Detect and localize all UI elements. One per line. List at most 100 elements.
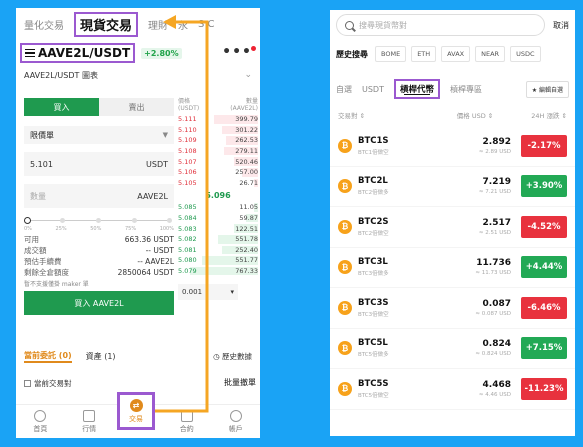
bitcoin-icon: ₿ bbox=[338, 179, 352, 194]
tab-open-orders[interactable]: 當前委託 (0) bbox=[24, 350, 72, 363]
coin-symbol: BTC2S bbox=[358, 216, 389, 227]
depth-select[interactable]: 0.001 ▾ bbox=[178, 284, 238, 301]
bid-row[interactable]: 5.080 551.77 bbox=[178, 255, 258, 266]
pair-selector[interactable]: AAVE2L/USDT bbox=[20, 43, 136, 63]
coin-row[interactable]: ₿ BTC5S BTC5倍做空 4.468 ≈ 4.46 USD -11.23% bbox=[330, 369, 575, 410]
bid-row[interactable]: 5.082 551.78 bbox=[178, 234, 258, 245]
quantity-input[interactable]: 數量 AAVE2L bbox=[24, 184, 174, 208]
sort-pair[interactable]: 交易對 ⇕ bbox=[338, 110, 365, 120]
price-value: 0.824 bbox=[482, 339, 511, 350]
coin-description: BTC2倍做空 bbox=[358, 230, 389, 237]
info-label: 預估手續費 bbox=[24, 257, 62, 266]
coin-names: BTC2S BTC2倍做空 bbox=[358, 217, 389, 237]
nav-account[interactable]: 帳戶 bbox=[211, 405, 260, 438]
price-usd: ≈ 4.46 USD bbox=[478, 391, 511, 398]
tab-assets[interactable]: 資產 (1) bbox=[86, 351, 116, 362]
history-chip[interactable]: NEAR bbox=[475, 46, 506, 62]
coin-row[interactable]: ₿ BTC2S BTC2倍做空 2.517 ≈ 2.51 USD -4.52% bbox=[330, 207, 575, 248]
slider-labels: 0% 25% 50% 75% 100% bbox=[24, 226, 174, 232]
tab-perpetual[interactable]: 永 bbox=[178, 17, 188, 32]
bid-row[interactable]: 5.081 252.40 bbox=[178, 245, 258, 256]
checkbox[interactable] bbox=[24, 380, 31, 387]
order-type-select[interactable]: 限價單 ▼ bbox=[24, 126, 174, 144]
bid-row[interactable]: 5.083 122.51 bbox=[178, 223, 258, 234]
tab-other[interactable]: S C bbox=[198, 19, 215, 30]
tab-favorites[interactable]: 自選 bbox=[336, 84, 352, 95]
qty-header-unit: (AAVE2L) bbox=[230, 105, 258, 112]
slider-label: 25% bbox=[55, 226, 67, 232]
history-chip[interactable]: USDC bbox=[510, 46, 541, 62]
edit-favorites-button[interactable]: ★ 編輯自選 bbox=[525, 80, 569, 98]
price-value: 0.087 bbox=[482, 298, 511, 309]
price-value: 7.219 bbox=[482, 177, 511, 188]
nav-trade[interactable]: ⇄ 交易 bbox=[117, 392, 155, 430]
tab-leveraged-tokens[interactable]: 槓桿代幣 bbox=[393, 79, 440, 99]
price-header-unit: (USDT) bbox=[178, 105, 200, 112]
buy-button[interactable]: 買入 AAVE2L bbox=[24, 291, 174, 315]
bid-price: 5.081 bbox=[178, 245, 197, 254]
ask-qty: 257.00 bbox=[235, 168, 258, 177]
search-history: 歷史搜尋 BOME ETH AVAX NEAR USDC bbox=[330, 40, 575, 68]
bid-qty: 11.05 bbox=[239, 203, 258, 212]
price-usd: ≈ 11.73 USD bbox=[475, 270, 511, 277]
bitcoin-icon: ₿ bbox=[338, 138, 352, 153]
amount-slider[interactable] bbox=[24, 216, 174, 226]
search-icon bbox=[345, 20, 354, 30]
tab-quant[interactable]: 量化交易 bbox=[24, 17, 64, 32]
coin-symbol: BTC1S bbox=[358, 135, 389, 146]
bid-row[interactable]: 5.085 11.05 bbox=[178, 202, 258, 213]
ask-row[interactable]: 5.110 301.22 bbox=[178, 125, 258, 136]
coin-row[interactable]: ₿ BTC5L BTC5倍做多 0.824 ≈ 0.824 USD +7.15% bbox=[330, 329, 575, 369]
order-book-header: 價格 (USDT) 數量 (AAVE2L) bbox=[178, 98, 258, 114]
ask-row[interactable]: 5.106 257.00 bbox=[178, 167, 258, 178]
history-link[interactable]: ◷ 歷史數據 bbox=[213, 351, 252, 362]
history-chip[interactable]: BOME bbox=[375, 46, 407, 62]
slider-knob[interactable] bbox=[24, 217, 31, 224]
more-icon[interactable]: ••• bbox=[222, 44, 256, 60]
ask-qty: 301.22 bbox=[235, 125, 258, 134]
coin-row[interactable]: ₿ BTC3S BTC3倍做空 0.087 ≈ 0.087 USD -6.46% bbox=[330, 288, 575, 329]
ask-row[interactable]: 5.108 279.11 bbox=[178, 146, 258, 157]
tab-leverage-zone[interactable]: 槓桿專區 bbox=[450, 84, 482, 95]
bulk-cancel-button[interactable]: 批量撤單 bbox=[224, 377, 256, 388]
tab-spot[interactable]: 現貨交易 bbox=[74, 11, 139, 37]
buy-tab[interactable]: 買入 bbox=[24, 98, 99, 116]
search-input[interactable]: 搜尋現貨幣對 bbox=[336, 14, 545, 36]
sell-tab[interactable]: 賣出 bbox=[99, 98, 174, 116]
pair-change-badge: +2.80% bbox=[141, 47, 182, 59]
info-value: 663.36 USDT bbox=[124, 235, 174, 244]
coin-names: BTC3L BTC3倍做多 bbox=[358, 257, 389, 277]
nav-market[interactable]: 行情 bbox=[65, 405, 114, 438]
ask-row[interactable]: 5.111 399.79 bbox=[178, 114, 258, 125]
history-chip[interactable]: ETH bbox=[411, 46, 437, 62]
coin-symbol: BTC3L bbox=[358, 257, 388, 268]
sort-price[interactable]: 價格 USD ⇕ bbox=[457, 110, 493, 120]
coin-names: BTC5L BTC5倍做多 bbox=[358, 338, 389, 358]
ask-row[interactable]: 5.109 262.53 bbox=[178, 135, 258, 146]
cancel-button[interactable]: 取消 bbox=[553, 20, 569, 31]
price-input[interactable]: 5.101 USDT bbox=[24, 152, 174, 176]
bid-row[interactable]: 5.079 767.33 bbox=[178, 266, 258, 277]
info-value: -- USDT bbox=[145, 246, 174, 255]
top-tabs: 量化交易 現貨交易 理財 永 S C bbox=[16, 8, 260, 40]
coin-row[interactable]: ₿ BTC3L BTC3倍做多 11.736 ≈ 11.73 USD +4.44% bbox=[330, 248, 575, 288]
history-label: 歷史搜尋 bbox=[336, 49, 368, 59]
bid-row[interactable]: 5.084 59.87 bbox=[178, 213, 258, 224]
nav-home[interactable]: 首頁 bbox=[16, 405, 65, 438]
coin-row[interactable]: ₿ BTC1S BTC1倍做空 2.892 ≈ 2.89 USD -2.17% bbox=[330, 126, 575, 167]
sort-change[interactable]: 24H 漲跌 ⇕ bbox=[531, 110, 567, 120]
chart-toggle[interactable]: AAVE2L/USDT 圖表 ⌄ bbox=[16, 66, 260, 84]
market-tabs: 自選 USDT 槓桿代幣 槓桿專區 ★ 編輯自選 bbox=[330, 74, 575, 104]
tab-finance[interactable]: 理財 bbox=[148, 17, 168, 32]
history-chip[interactable]: AVAX bbox=[441, 46, 471, 62]
current-pair-filter[interactable]: 當前交易對 bbox=[24, 378, 72, 389]
ask-row[interactable]: 5.105 26.71 bbox=[178, 178, 258, 189]
orders-tabs: 當前委託 (0) 資產 (1) ◷ 歷史數據 bbox=[16, 348, 260, 364]
coin-description: BTC2倍做多 bbox=[358, 190, 389, 197]
ask-row[interactable]: 5.107 520.46 bbox=[178, 156, 258, 167]
coin-row[interactable]: ₿ BTC2L BTC2倍做多 7.219 ≈ 7.21 USD +3.90% bbox=[330, 167, 575, 207]
coin-description: BTC1倍做空 bbox=[358, 149, 389, 156]
ask-price: 5.106 bbox=[178, 168, 197, 177]
nav-futures[interactable]: 合約 bbox=[162, 405, 211, 438]
tab-usdt[interactable]: USDT bbox=[362, 85, 384, 94]
